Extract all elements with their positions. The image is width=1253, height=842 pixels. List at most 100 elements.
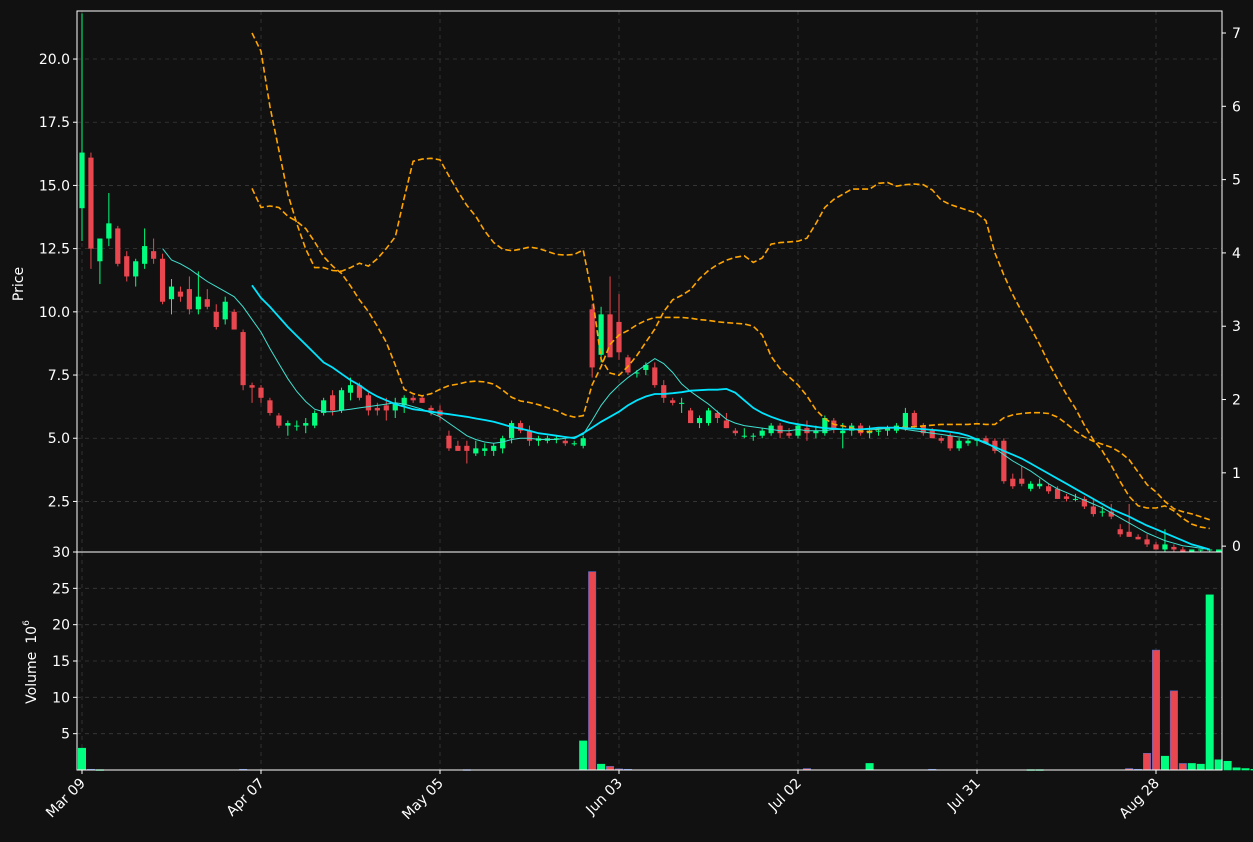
candle-body xyxy=(777,425,783,434)
price-tick-label: 15.0 xyxy=(39,178,70,194)
candle-body xyxy=(347,385,354,393)
candle-body xyxy=(1099,511,1105,513)
candle-body xyxy=(491,445,497,451)
candle-body xyxy=(500,438,506,449)
candle-body xyxy=(428,407,434,411)
volume-bar xyxy=(78,747,87,771)
candle-body xyxy=(1135,536,1141,540)
volume-axis-label: Volume106 xyxy=(22,620,40,704)
secondary-tick-label: 1 xyxy=(1232,466,1241,482)
candle-body xyxy=(473,448,479,454)
candle-body xyxy=(696,418,703,424)
candle-body xyxy=(419,397,425,403)
volume-tick-label: 15 xyxy=(52,654,70,670)
candle-body xyxy=(1090,506,1096,515)
price-axis-label: Price xyxy=(11,267,27,301)
candle-body xyxy=(1001,440,1007,482)
candle-body xyxy=(723,420,729,429)
volume-bar xyxy=(1196,763,1205,771)
candle-body xyxy=(410,397,416,401)
candle-body xyxy=(294,425,300,427)
candle-body xyxy=(142,246,148,264)
volume-bar xyxy=(1152,649,1161,771)
price-tick-label: 20.0 xyxy=(39,52,70,68)
candle-body xyxy=(338,390,345,411)
candle-body xyxy=(759,430,765,436)
candle-body xyxy=(562,440,568,444)
candle-body xyxy=(1072,498,1079,500)
candle-body xyxy=(124,256,130,277)
candle-body xyxy=(79,152,85,209)
volume-bar xyxy=(1143,752,1152,771)
candle-body xyxy=(1153,544,1159,550)
volume-bar xyxy=(579,740,588,771)
volume-bar xyxy=(1178,763,1187,771)
secondary-tick-label: 0 xyxy=(1232,539,1241,555)
candle-body xyxy=(688,410,694,424)
candle-body xyxy=(902,412,908,429)
volume-bar xyxy=(1214,759,1223,771)
candle-body xyxy=(267,400,273,413)
volume-bar xyxy=(1205,594,1214,771)
candle-body xyxy=(240,332,246,386)
candle-body xyxy=(705,410,712,424)
candle-body xyxy=(106,223,112,239)
volume-bar xyxy=(1223,760,1232,771)
candle-body xyxy=(1019,478,1025,484)
candle-body xyxy=(580,438,586,446)
candle-body xyxy=(365,395,371,411)
secondary-tick-label: 7 xyxy=(1232,26,1241,42)
candle-body xyxy=(625,357,631,373)
candle-body xyxy=(741,435,747,437)
candle-body xyxy=(464,445,470,451)
candle-body xyxy=(97,238,103,262)
candle-body xyxy=(258,387,264,398)
candle-body xyxy=(526,430,533,441)
candle-body xyxy=(1171,546,1177,550)
candle-body xyxy=(1010,478,1016,487)
candle-body xyxy=(840,430,846,434)
candle-body xyxy=(786,433,792,436)
secondary-tick-label: 6 xyxy=(1232,99,1241,115)
secondary-tick-label: 3 xyxy=(1232,319,1241,335)
candle-body xyxy=(88,157,94,249)
candle-body xyxy=(115,228,121,264)
candle-body xyxy=(303,423,309,426)
secondary-tick-label: 5 xyxy=(1232,173,1241,189)
price-tick-label: 10.0 xyxy=(39,305,70,321)
candle-body xyxy=(195,296,201,310)
price-tick-label: 17.5 xyxy=(39,115,70,131)
candle-body xyxy=(652,367,658,386)
candle-body xyxy=(222,301,228,320)
candle-body xyxy=(1063,496,1070,499)
candle-body xyxy=(383,405,389,411)
candle-body xyxy=(1162,544,1168,550)
candle-body xyxy=(911,412,917,426)
candle-body xyxy=(1046,486,1052,492)
volume-bar xyxy=(1160,755,1169,771)
volume-tick-label: 20 xyxy=(52,618,70,634)
volume-bar xyxy=(597,763,606,771)
candle-body xyxy=(1126,531,1132,537)
stock-chart: 2.5 5.0 7.5 10.0 12.5 15.0 17.5 20.0 0 1 2 3 4 5 6 7 5 10… xyxy=(0,0,1253,842)
candle-body xyxy=(589,309,595,368)
price-tick-label: 7.5 xyxy=(48,368,70,384)
candle-body xyxy=(482,448,488,451)
candle-body xyxy=(213,311,219,328)
volume-bar xyxy=(606,766,615,771)
candle-body xyxy=(1144,539,1150,545)
candle-body xyxy=(1028,483,1034,489)
candle-body xyxy=(374,407,380,411)
candle-body xyxy=(1037,483,1043,487)
candle-body xyxy=(204,299,210,307)
candle-body xyxy=(947,435,953,449)
candle-body xyxy=(938,438,944,441)
secondary-tick-label: 4 xyxy=(1232,246,1241,262)
candle-body xyxy=(168,286,175,300)
candle-body xyxy=(151,251,157,259)
candle-body xyxy=(285,423,291,426)
volume-bar xyxy=(1232,767,1241,771)
candle-body xyxy=(1198,549,1204,551)
volume-bar xyxy=(1187,763,1196,771)
candle-body xyxy=(312,412,318,426)
